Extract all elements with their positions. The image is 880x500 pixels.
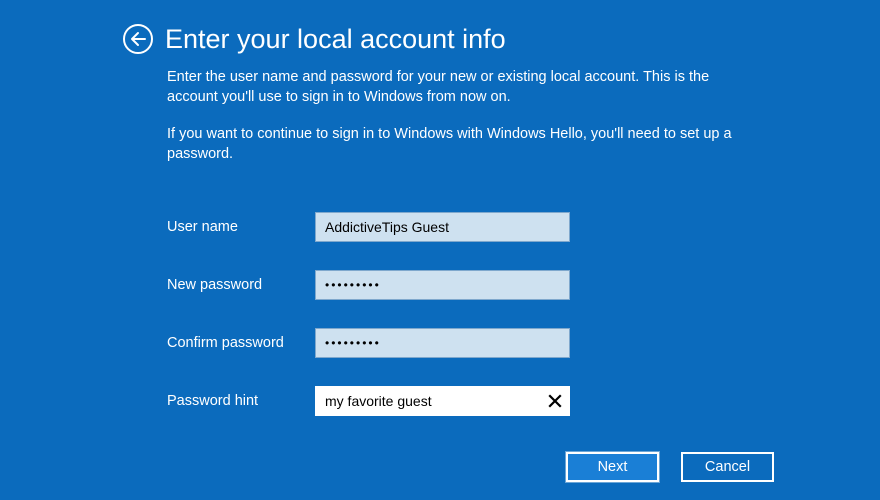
username-label: User name: [167, 219, 315, 235]
back-arrow-icon: [130, 31, 146, 47]
page-title: Enter your local account info: [165, 26, 506, 53]
intro-paragraph-2: If you want to continue to sign in to Wi…: [167, 125, 750, 164]
password-hint-label: Password hint: [167, 393, 315, 409]
new-password-label: New password: [167, 277, 315, 293]
password-hint-input[interactable]: [315, 386, 570, 416]
next-button[interactable]: Next: [566, 452, 659, 482]
close-icon: [548, 394, 562, 408]
new-password-input[interactable]: [315, 270, 570, 300]
clear-hint-button[interactable]: [540, 386, 570, 416]
username-input[interactable]: [315, 212, 570, 242]
confirm-password-label: Confirm password: [167, 335, 315, 351]
confirm-password-input[interactable]: [315, 328, 570, 358]
back-button[interactable]: [123, 24, 153, 54]
cancel-button[interactable]: Cancel: [681, 452, 774, 482]
account-form: User name New password Confirm password …: [0, 164, 880, 416]
intro-paragraph-1: Enter the user name and password for you…: [167, 68, 750, 107]
